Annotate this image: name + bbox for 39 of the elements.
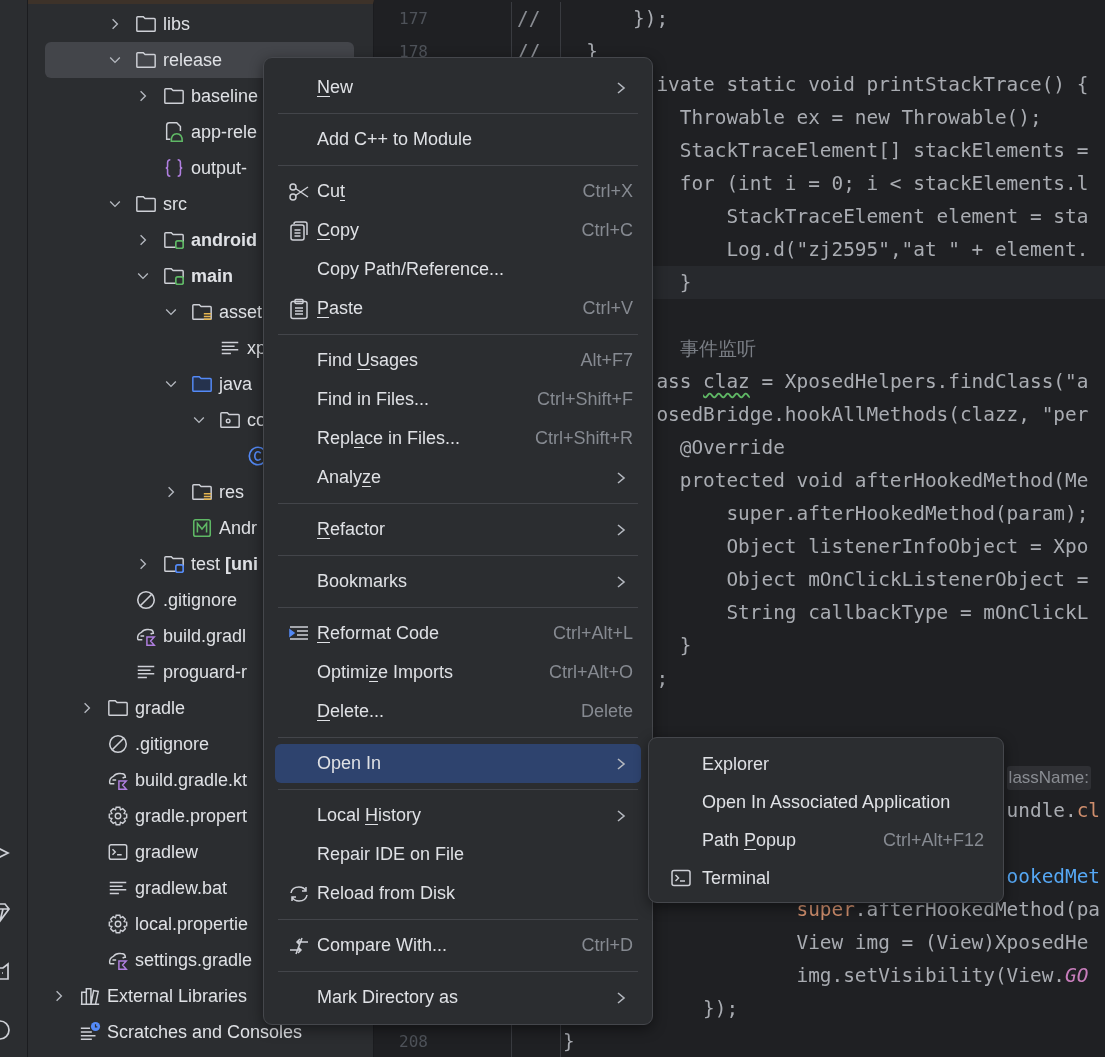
code-line: }); — [703, 997, 739, 1020]
code-line: View img = (View)XposedHe — [796, 931, 1089, 954]
code-line: Throwable ex = new Throwable(); — [679, 106, 1042, 129]
shortcut-label: Alt+F7 — [580, 350, 633, 371]
code-line: ; — [656, 667, 669, 690]
shortcut-label: Ctrl+D — [581, 935, 633, 956]
code-line: 事件监听 — [679, 336, 756, 362]
code-line: super.afterHookedMethod(pa — [796, 898, 1100, 921]
code-line: img.setVisibility(View.GO — [796, 964, 1089, 987]
code-line: } — [563, 1030, 575, 1053]
code-line: undle.cl — [1006, 799, 1100, 822]
shortcut-label: Ctrl+V — [582, 298, 633, 319]
shortcut-label: Ctrl+C — [581, 220, 633, 241]
code-line: } — [679, 271, 692, 294]
code-line: ookedMet — [1006, 865, 1100, 888]
code-line: Log.d("zj2595","at " + element. — [726, 238, 1089, 261]
shortcut-label: Ctrl+Alt+F12 — [882, 829, 984, 851]
shortcut-label: Ctrl+Shift+F — [536, 389, 633, 410]
code-line: StackTraceElement[] stackElements = — [679, 139, 1089, 162]
code-line: ass claz = XposedHelpers.findClass("a — [656, 370, 1089, 393]
code-line: protected void afterHookedMethod(Me — [679, 469, 1089, 492]
code-line: Object listenerInfoObject = Xpo — [726, 535, 1089, 558]
shortcut-label: Ctrl+Shift+R — [534, 428, 633, 449]
code-line: osedBridge.hookAllMethods(clazz, "per — [656, 403, 1089, 426]
code-line: @Override — [679, 436, 785, 459]
shortcut-label: Ctrl+Alt+O — [548, 662, 633, 683]
shortcut-label: Delete — [580, 701, 633, 722]
code-line: StackTraceElement element = sta — [726, 205, 1089, 228]
code-line: }); — [633, 7, 669, 30]
code-line: super.afterHookedMethod(param); — [726, 502, 1089, 525]
code-line: String callbackType = mOnClickL — [726, 601, 1089, 624]
shortcut-label: Ctrl+X — [582, 181, 633, 202]
code-line: } — [679, 634, 692, 657]
shortcut-label: Ctrl+Alt+L — [552, 623, 633, 644]
code-line: ivate static void printStackTrace() { — [656, 73, 1089, 96]
gutter-mark: // — [517, 7, 541, 30]
code-line: for (int i = 0; i < stackElements.l — [679, 172, 1089, 195]
inlay-hint: lassName: — [1006, 765, 1091, 790]
code-line: Object mOnClickListenerObject = — [726, 568, 1089, 591]
